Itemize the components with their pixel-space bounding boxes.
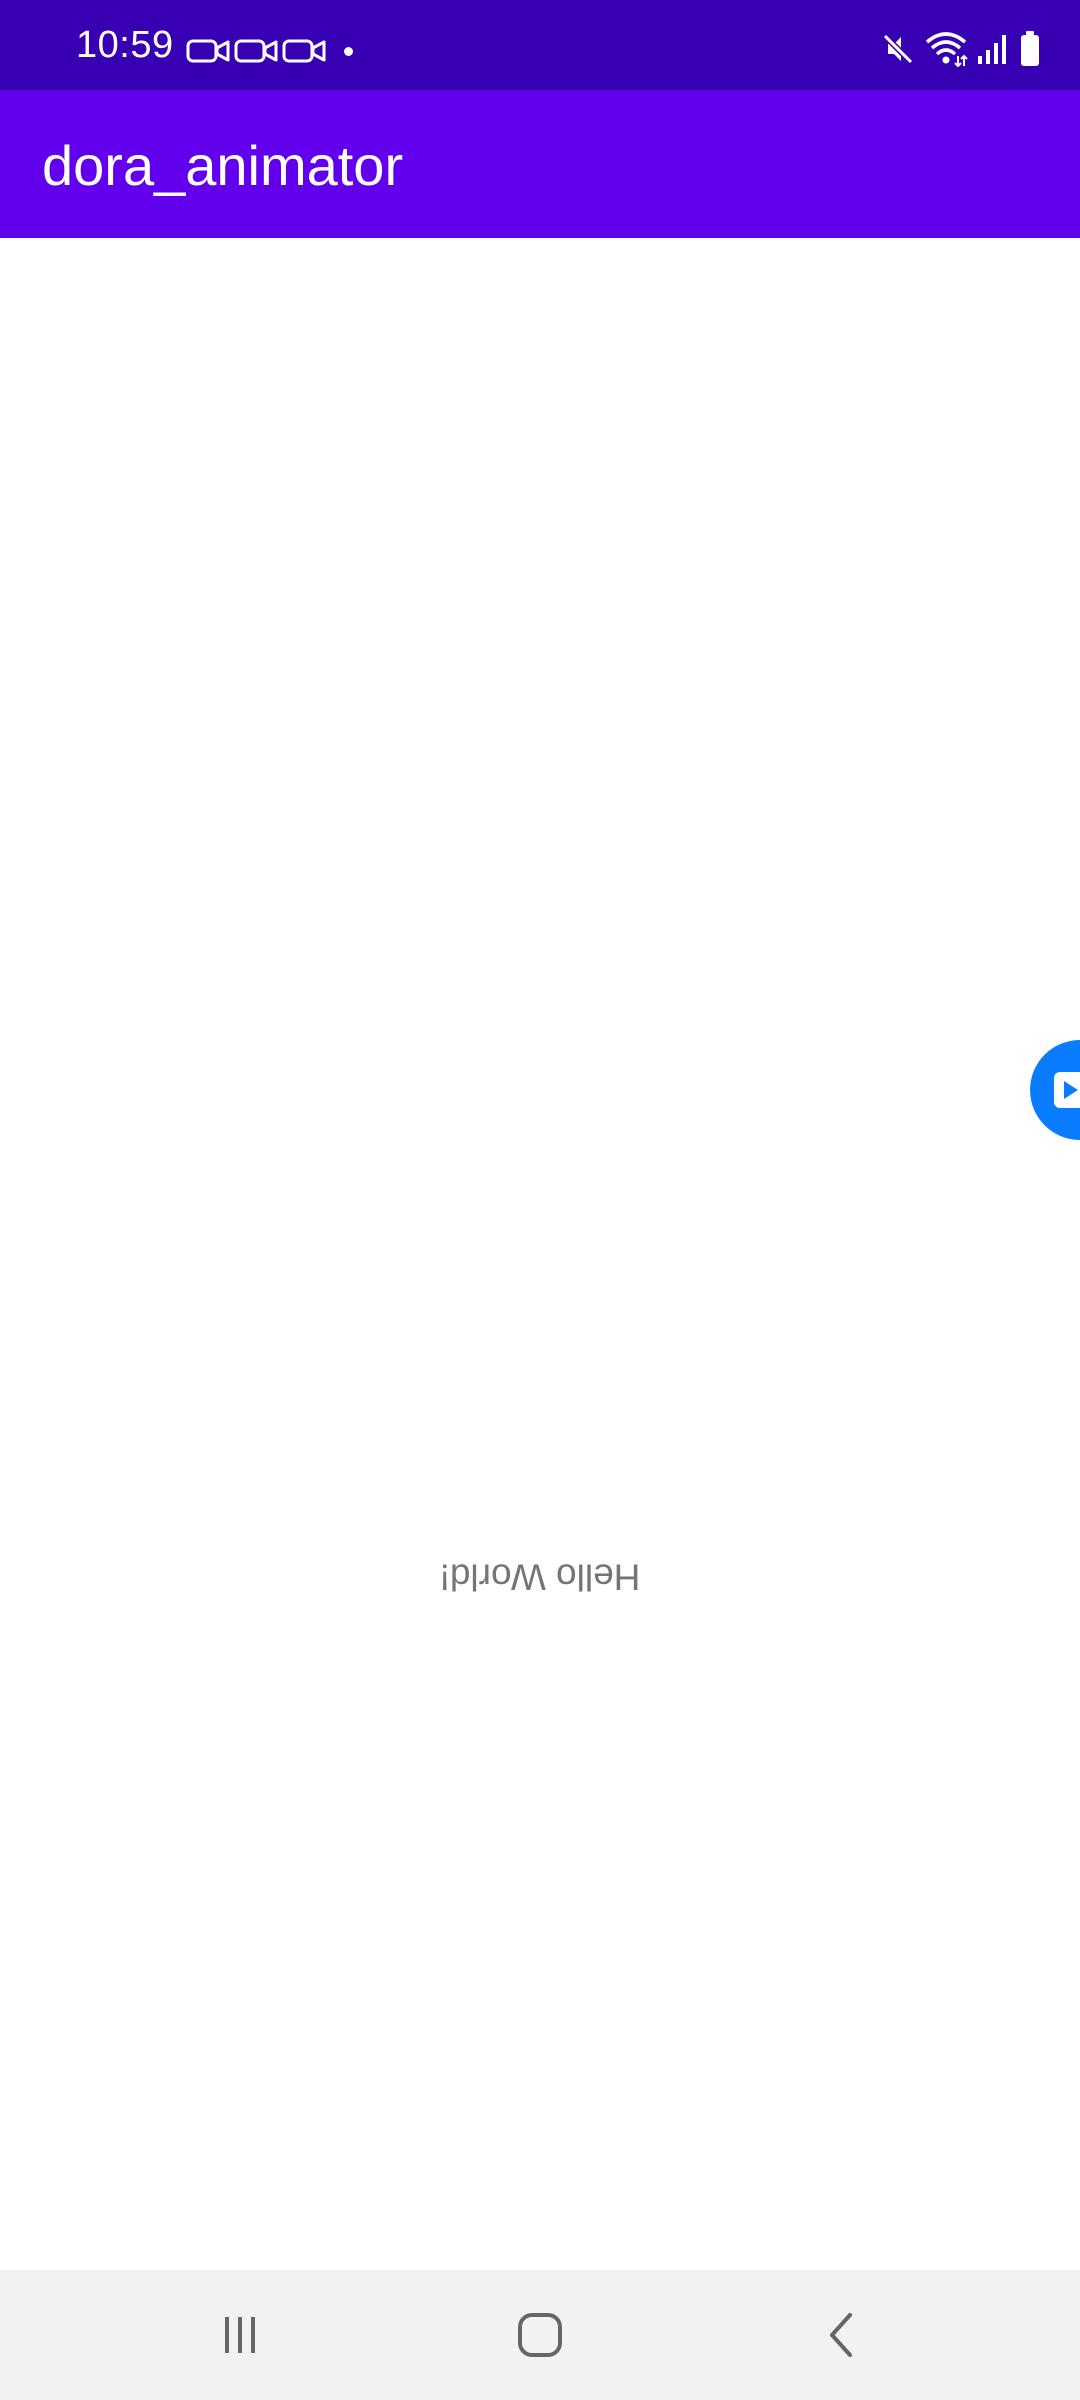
main-content: Hello World! xyxy=(0,238,1080,2270)
recent-apps-button[interactable] xyxy=(150,2270,330,2400)
screen: 10:59 dora_animator Hello World! xyxy=(0,0,1080,2400)
hello-world-text: Hello World! xyxy=(439,1556,641,1598)
video-camera-icon xyxy=(282,39,326,63)
video-camera-icon xyxy=(234,39,278,63)
home-button[interactable] xyxy=(450,2270,630,2400)
video-camera-icon xyxy=(186,39,230,63)
status-left-icons xyxy=(186,36,353,66)
mute-icon xyxy=(882,33,914,65)
notification-dot-icon xyxy=(344,46,353,56)
signal-icon xyxy=(978,35,1006,64)
wifi-icon xyxy=(925,32,968,68)
video-play-icon xyxy=(1054,1072,1080,1108)
recent-apps-icon xyxy=(225,2317,255,2353)
app-title: dora_animator xyxy=(42,134,404,197)
status-time: 10:59 xyxy=(76,24,174,66)
battery-icon xyxy=(1021,31,1039,66)
back-icon xyxy=(830,2313,852,2357)
back-button[interactable] xyxy=(752,2270,932,2400)
navigation-bar xyxy=(0,2270,1080,2400)
home-icon xyxy=(518,2313,562,2357)
app-bar: dora_animator xyxy=(0,90,1080,238)
status-right-icons xyxy=(880,28,1042,70)
status-bar: 10:59 xyxy=(0,0,1080,90)
